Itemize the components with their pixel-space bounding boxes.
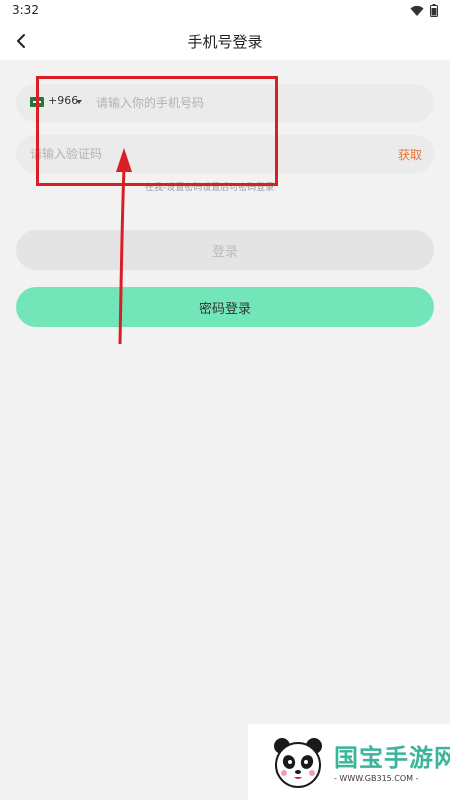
watermark-url: - WWW.GB315.COM - <box>334 774 419 783</box>
panda-logo-icon <box>274 738 322 788</box>
watermark-title: 国宝手游网 <box>334 744 450 772</box>
annotation-arrow-icon <box>116 148 132 345</box>
watermark: 国宝手游网 - WWW.GB315.COM - <box>248 724 450 800</box>
